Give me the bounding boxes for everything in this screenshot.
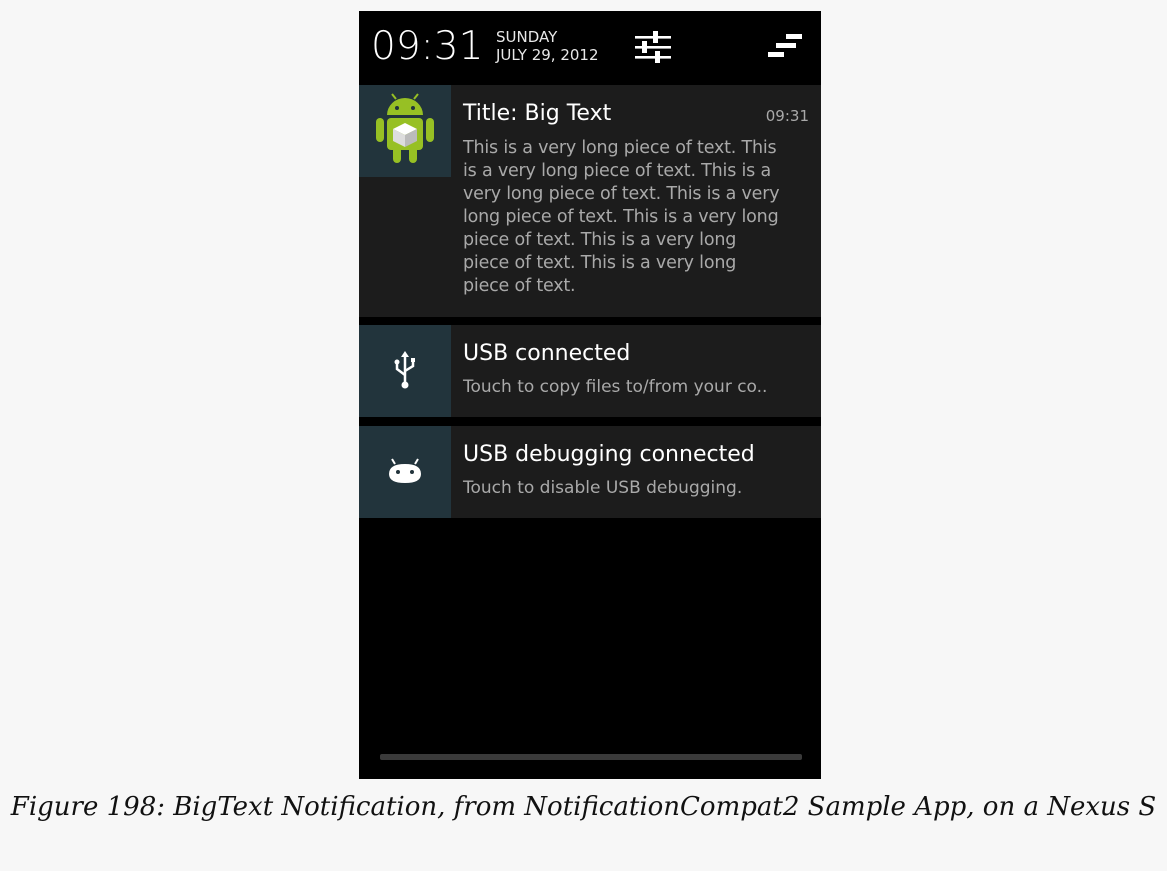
notification-icon-box [359, 85, 451, 177]
notification-time: 09:31 [765, 107, 809, 125]
phone-screen: 09:31 SUNDAY JULY 29, 2012 Title: Big Te… [359, 11, 821, 779]
android-robot-icon [376, 93, 434, 163]
android-debug-icon [389, 458, 421, 483]
clock-time: 09:31 [371, 24, 484, 69]
notification-title: Title: Big Text [463, 101, 612, 126]
clear-all-notifications-icon[interactable] [764, 32, 804, 62]
notification-icon-box [359, 325, 451, 417]
notification-bigtext[interactable]: Title: Big Text 09:31 This is a very lon… [359, 85, 821, 317]
date-block: SUNDAY JULY 29, 2012 [496, 28, 599, 64]
notification-text: Touch to copy files to/from your co.. [463, 377, 768, 397]
notification-big-text: This is a very long piece of text. This … [463, 138, 780, 296]
notification-icon-box [359, 426, 451, 518]
notification-usb-connected[interactable]: USB connected Touch to copy files to/fro… [359, 325, 821, 417]
notification-shade-drag-handle[interactable] [380, 754, 802, 760]
day-label: SUNDAY [496, 28, 558, 46]
notification-title: USB debugging connected [463, 442, 755, 467]
notification-title: USB connected [463, 341, 631, 366]
notification-shade-header: 09:31 SUNDAY JULY 29, 2012 [359, 11, 821, 85]
notification-usb-debugging[interactable]: USB debugging connected Touch to disable… [359, 426, 821, 518]
usb-icon [394, 351, 415, 389]
figure-caption: Figure 198: BigText Notification, from N… [10, 792, 1157, 822]
notification-text: Touch to disable USB debugging. [463, 478, 743, 498]
quick-settings-sliders-icon[interactable] [633, 29, 673, 65]
date-label: JULY 29, 2012 [496, 46, 599, 64]
